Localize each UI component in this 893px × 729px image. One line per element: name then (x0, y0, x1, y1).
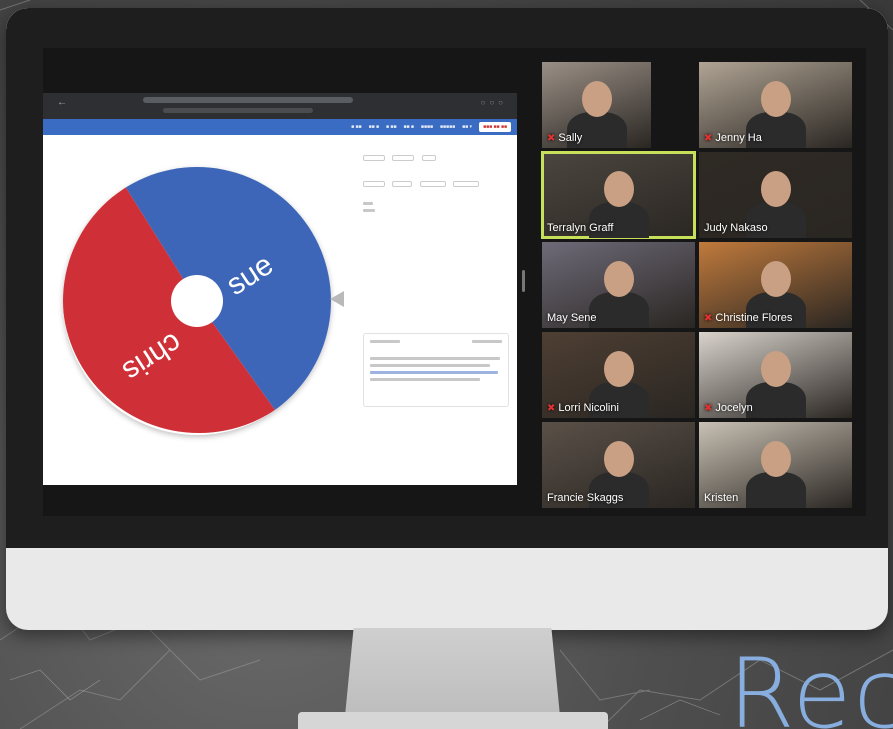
zoom-screen: ← ○○○ ■ ■■ ■■ ■ ■ ■■ ■■ ■ ■■■■ ■■■■■ ■■ … (43, 48, 866, 516)
participant-name-label: Kristen (704, 492, 738, 504)
panel-tab[interactable] (392, 155, 415, 161)
participant-face (760, 260, 791, 297)
participant-name-label: ✖ Sally (547, 132, 582, 144)
toolbar-item[interactable]: ■ ■■ (351, 124, 361, 130)
muted-mic-icon: ✖ (547, 132, 556, 144)
address-bar[interactable] (143, 97, 353, 103)
note-text-line (370, 357, 500, 360)
entries-panel (363, 148, 509, 478)
note-header-line (370, 340, 400, 343)
participant-tile[interactable]: ✖ Jocelyn (699, 332, 852, 418)
entry-line[interactable] (363, 209, 375, 212)
participant-tile[interactable]: Terralyn Graff (541, 151, 696, 239)
participant-face (760, 350, 791, 387)
panel-tab[interactable] (363, 155, 385, 161)
entry-line[interactable] (363, 202, 373, 205)
note-header-line[interactable] (472, 340, 502, 343)
shared-screen-browser: ← ○○○ ■ ■■ ■■ ■ ■ ■■ ■■ ■ ■■■■ ■■■■■ ■■ … (43, 93, 517, 485)
participant-name: May Sene (547, 312, 597, 324)
participant-tile[interactable]: Kristen (699, 422, 852, 508)
muted-mic-icon: ✖ (704, 312, 713, 324)
wheel-graphic[interactable]: sue chris (62, 159, 336, 435)
participant-name: Kristen (704, 492, 739, 504)
participant-name: Jenny Ha (715, 132, 762, 144)
participant-name: Judy Nakaso (704, 222, 768, 234)
participant-name: Sally (558, 132, 583, 144)
participant-face (581, 80, 612, 117)
monitor-stand (345, 628, 560, 716)
toolbar-item[interactable]: ■■■■■ (440, 124, 455, 130)
note-link-line[interactable] (370, 371, 498, 374)
overlay-title: Rec (728, 646, 893, 729)
browser-chrome: ← ○○○ (43, 93, 517, 119)
muted-mic-icon: ✖ (547, 402, 556, 414)
participant-name-label: ✖ Jocelyn (704, 402, 753, 414)
toolbar-item[interactable]: ■■ ▾ (462, 124, 472, 130)
participant-face (603, 350, 634, 387)
tab-strip (163, 108, 313, 113)
participant-video (745, 381, 806, 418)
note-text-line (370, 364, 490, 367)
participant-tile[interactable]: ✖ Sally (542, 62, 651, 148)
wheel-pointer-icon (330, 291, 344, 307)
participant-tile[interactable]: Judy Nakaso (699, 152, 852, 238)
participant-name-label: Francie Skaggs (547, 492, 623, 504)
spin-wheel[interactable]: sue chris (62, 159, 336, 435)
panel-action-button[interactable] (392, 181, 413, 187)
monitor: ← ○○○ ■ ■■ ■■ ■ ■ ■■ ■■ ■ ■■■■ ■■■■■ ■■ … (6, 8, 888, 630)
wheel-center-hub[interactable] (171, 275, 223, 327)
toolbar-item[interactable]: ■■ ■ (403, 124, 413, 130)
participant-face (603, 440, 634, 477)
panel-action-button[interactable] (363, 181, 385, 187)
participant-name-label: May Sene (547, 312, 597, 324)
participant-name: Francie Skaggs (547, 492, 624, 504)
back-arrow-icon[interactable]: ← (57, 97, 67, 108)
participant-face (603, 260, 634, 297)
panel-action-button[interactable] (453, 181, 480, 187)
participant-name: Jocelyn (715, 402, 753, 414)
participant-name-label: ✖ Jenny Ha (704, 132, 762, 144)
monitor-stand-base (298, 712, 608, 729)
participant-video (745, 471, 806, 508)
panel-tab[interactable] (421, 155, 436, 161)
toolbar-item[interactable]: ■■■■ (421, 124, 433, 130)
participant-name: Terralyn Graff (547, 222, 614, 234)
participant-face (760, 170, 791, 207)
muted-mic-icon: ✖ (704, 132, 713, 144)
participant-face (603, 170, 634, 207)
pane-divider-handle[interactable] (522, 270, 525, 292)
participant-name-label: ✖ Lorri Nicolini (547, 402, 619, 414)
window-controls-icon[interactable]: ○○○ (481, 98, 508, 107)
info-note (363, 333, 509, 407)
participant-video (588, 291, 649, 328)
participant-name-label: Terralyn Graff (547, 222, 613, 234)
participant-face (760, 80, 791, 117)
note-text-line (370, 378, 480, 381)
timer-badge[interactable]: ■■■ ■■ ■■ (479, 122, 511, 132)
participant-name: Christine Flores (715, 312, 793, 324)
monitor-bezel: ← ○○○ ■ ■■ ■■ ■ ■ ■■ ■■ ■ ■■■■ ■■■■■ ■■ … (6, 8, 888, 548)
participant-name-label: Judy Nakaso (704, 222, 768, 234)
muted-mic-icon: ✖ (704, 402, 713, 414)
participant-name: Lorri Nicolini (558, 402, 619, 414)
toolbar-item[interactable]: ■■ ■ (369, 124, 379, 130)
participant-face (760, 440, 791, 477)
app-toolbar: ■ ■■ ■■ ■ ■ ■■ ■■ ■ ■■■■ ■■■■■ ■■ ▾ ■■■ … (43, 119, 517, 135)
participant-tile[interactable]: ✖ Jenny Ha (699, 62, 852, 148)
participant-name-label: ✖ Christine Flores (704, 312, 792, 324)
participant-tile[interactable]: Francie Skaggs (542, 422, 695, 508)
panel-action-button[interactable] (419, 181, 446, 187)
participant-tile[interactable]: ✖ Lorri Nicolini (542, 332, 695, 418)
toolbar-item[interactable]: ■ ■■ (386, 124, 396, 130)
participant-tile[interactable]: May Sene (542, 242, 695, 328)
participant-tile[interactable]: ✖ Christine Flores (699, 242, 852, 328)
